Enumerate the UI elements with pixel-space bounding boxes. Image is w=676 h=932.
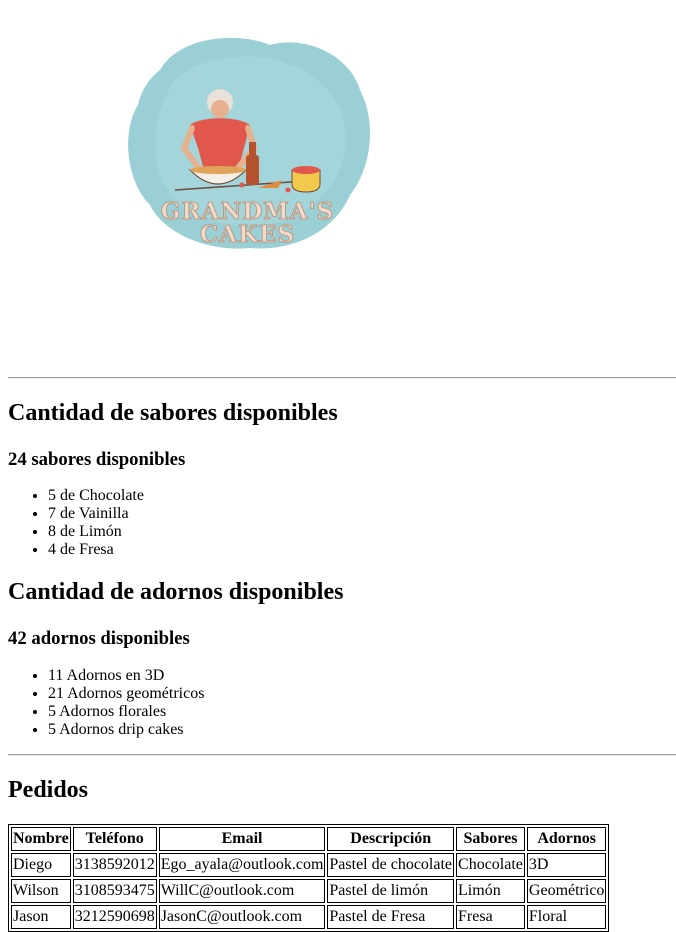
decorations-subheading: 42 adornos disponibles [8,628,190,649]
list-item: 11 Adornos en 3D [48,667,204,685]
table-cell: Ego_ayala@outlook.com [158,853,326,877]
grandmas-cakes-logo: GRANDMA'S CAKES [120,30,375,260]
table-cell: Jason [11,905,71,929]
table-cell: JasonC@outlook.com [158,905,326,929]
table-cell: Chocolate [456,853,525,877]
list-item: 5 de Chocolate [48,487,144,505]
table-cell: 3108593475 [72,879,157,903]
table-cell: Wilson [11,879,71,903]
column-header: Teléfono [72,827,157,851]
table-cell: Pastel de chocolate [327,853,455,877]
flavors-list: 5 de Chocolate 7 de Vainilla 8 de Limón … [8,487,144,559]
divider-bottom [8,754,676,756]
logo-text: GRANDMA'S CAKES [120,198,375,248]
column-header: Nombre [11,827,71,851]
orders-table: Nombre Teléfono Email Descripción Sabore… [8,824,610,932]
decorations-heading: Cantidad de adornos disponibles [8,579,344,605]
table-cell: WillC@outlook.com [158,879,326,903]
list-item: 8 de Limón [48,523,144,541]
table-cell: 3D [526,853,607,877]
table-cell: 3138592012 [72,853,157,877]
list-item: 5 Adornos drip cakes [48,721,204,739]
flavors-heading: Cantidad de sabores disponibles [8,400,338,426]
table-cell: Limón [456,879,525,903]
orders-heading: Pedidos [8,777,89,803]
table-cell: Geométrico [526,879,607,903]
table-row: Diego 3138592012 Ego_ayala@outlook.com P… [11,853,607,877]
table-row: Jason 3212590698 JasonC@outlook.com Past… [11,905,607,929]
table-cell: Pastel de limón [327,879,455,903]
logo-line1: GRANDMA'S [160,198,335,225]
column-header: Adornos [526,827,607,851]
table-cell: Floral [526,905,607,929]
decorations-list: 11 Adornos en 3D 21 Adornos geométricos … [8,667,204,739]
table-cell: 3212590698 [72,905,157,929]
list-item: 5 Adornos florales [48,703,204,721]
table-header-row: Nombre Teléfono Email Descripción Sabore… [11,827,607,851]
column-header: Sabores [456,827,525,851]
list-item: 7 de Vainilla [48,505,144,523]
column-header: Descripción [327,827,455,851]
table-cell: Fresa [456,905,525,929]
logo-line2: CAKES [199,221,296,248]
list-item: 4 de Fresa [48,541,144,559]
table-cell: Diego [11,853,71,877]
table-cell: Pastel de Fresa [327,905,455,929]
table-row: Wilson 3108593475 WillC@outlook.com Past… [11,879,607,903]
flavors-subheading: 24 sabores disponibles [8,449,186,470]
list-item: 21 Adornos geométricos [48,685,204,703]
divider-top [8,377,676,379]
column-header: Email [158,827,326,851]
